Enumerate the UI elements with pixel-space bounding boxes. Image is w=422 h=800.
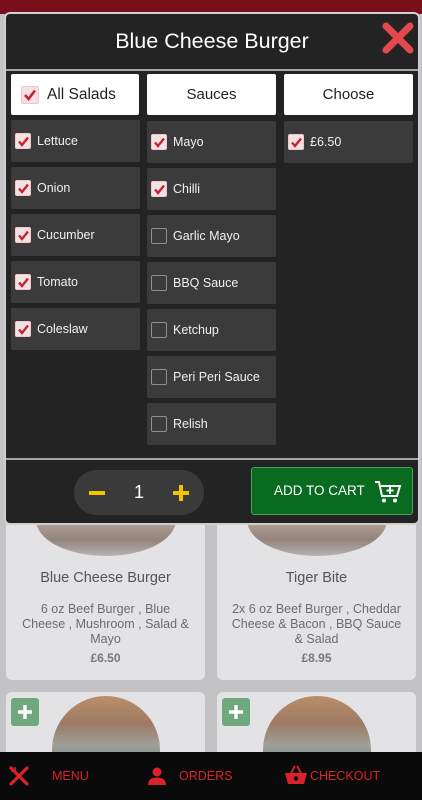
checkmark-icon (17, 136, 29, 147)
modal-header: Blue Cheese Burger (6, 14, 418, 71)
option-label: £6.50 (310, 135, 342, 149)
card-description: 2x 6 oz Beef Burger , Cheddar Cheese & B… (231, 602, 402, 646)
card-price: £6.50 (90, 651, 121, 665)
nav-menu[interactable]: MENU (6, 752, 89, 800)
checkbox-unchecked[interactable] (151, 416, 167, 432)
close-button[interactable] (380, 20, 416, 56)
option-item[interactable]: Onion (11, 167, 140, 209)
checkbox-checked[interactable] (15, 321, 31, 337)
checkbox-checked[interactable] (15, 180, 31, 196)
menu-card[interactable]: Blue Cheese Burger 6 oz Beef Burger , Bl… (6, 520, 205, 680)
sauces-header[interactable]: Sauces (147, 74, 276, 115)
option-label: Coleslaw (37, 322, 88, 336)
option-label: Tomato (37, 275, 78, 289)
add-to-cart-button[interactable]: ADD TO CART (251, 467, 413, 515)
option-label: Chilli (173, 182, 201, 196)
checkmark-icon (24, 89, 37, 101)
option-item[interactable]: Coleslaw (11, 308, 140, 350)
burger-image (247, 520, 387, 556)
option-item[interactable]: Cucumber (11, 214, 140, 256)
card-title: Blue Cheese Burger (40, 570, 171, 586)
option-label: BBQ Sauce (173, 276, 239, 290)
card-title: Tiger Bite (285, 570, 348, 586)
checkmark-icon (17, 324, 29, 335)
quantity-value: 1 (133, 482, 144, 502)
card-description: 6 oz Beef Burger , Blue Cheese , Mushroo… (22, 602, 189, 646)
cart-plus-icon (375, 481, 402, 503)
add-to-cart-label: ADD TO CART (274, 483, 365, 498)
option-item[interactable]: BBQ Sauce (147, 262, 276, 304)
plus-icon (18, 705, 32, 719)
option-item[interactable]: Ketchup (147, 309, 276, 351)
bottom-nav: MENU ORDERS CHECKOUT (0, 752, 422, 800)
header-label: All Salads (47, 85, 116, 103)
all-salads-toggle[interactable]: All Salads (11, 74, 139, 115)
minus-icon (89, 491, 105, 495)
checkbox-checked[interactable] (288, 134, 304, 150)
checkmark-icon (17, 230, 29, 241)
option-item[interactable]: Lettuce (11, 120, 140, 162)
nav-orders[interactable]: ORDERS (145, 752, 232, 800)
checkbox-checked[interactable] (15, 133, 31, 149)
option-item[interactable]: Chilli (147, 168, 276, 210)
modal-footer: 1 ADD TO CART (6, 458, 418, 523)
checkmark-icon (290, 137, 302, 148)
checkbox-checked[interactable] (15, 274, 31, 290)
nav-label: CHECKOUT (310, 769, 381, 783)
header-label: Sauces (186, 86, 237, 103)
checkmark-icon (17, 277, 29, 288)
decrease-quantity-button[interactable] (86, 482, 108, 504)
checkbox-unchecked[interactable] (151, 228, 167, 244)
card-price: £8.95 (301, 651, 332, 665)
header-label: Choose (322, 86, 375, 103)
option-label: Onion (37, 181, 71, 195)
burger-image (36, 520, 176, 556)
user-icon (148, 767, 166, 785)
menu-card[interactable]: Tiger Bite 2x 6 oz Beef Burger , Cheddar… (217, 520, 416, 680)
option-label: Cucumber (37, 228, 95, 242)
fork-knife-icon (9, 766, 29, 786)
option-item[interactable]: Mayo (147, 121, 276, 163)
checkmark-icon (17, 183, 29, 194)
option-item[interactable]: £6.50 (284, 121, 413, 163)
nav-label: ORDERS (179, 769, 233, 783)
checkmark-icon (153, 137, 165, 148)
checkbox-checked[interactable] (151, 181, 167, 197)
checkbox-checked[interactable] (151, 134, 167, 150)
option-item[interactable]: Relish (147, 403, 276, 445)
nav-label: MENU (52, 769, 89, 783)
quantity-stepper: 1 (74, 470, 204, 515)
option-label: Ketchup (173, 323, 219, 337)
option-label: Lettuce (37, 134, 79, 148)
option-item[interactable]: Tomato (11, 261, 140, 303)
checkbox-checked[interactable] (21, 85, 39, 104)
checkbox-checked[interactable] (15, 227, 31, 243)
modal-title: Blue Cheese Burger (115, 29, 309, 53)
choose-header[interactable]: Choose (284, 74, 413, 115)
option-label: Relish (173, 417, 208, 431)
checkbox-unchecked[interactable] (151, 322, 167, 338)
option-label: Garlic Mayo (173, 229, 240, 243)
add-item-button[interactable] (222, 698, 250, 726)
checkmark-icon (153, 184, 165, 195)
basket-icon (285, 765, 307, 784)
product-options-modal: Blue Cheese Burger All Salads Sauces Cho… (4, 12, 420, 525)
add-item-button[interactable] (11, 698, 39, 726)
checkbox-unchecked[interactable] (151, 275, 167, 291)
option-label: Peri Peri Sauce (173, 370, 260, 384)
nav-checkout[interactable]: CHECKOUT (284, 752, 380, 800)
option-item[interactable]: Peri Peri Sauce (147, 356, 276, 398)
plus-icon (173, 485, 189, 501)
close-x-icon (382, 22, 414, 54)
checkbox-unchecked[interactable] (151, 369, 167, 385)
plus-icon (229, 705, 243, 719)
option-item[interactable]: Garlic Mayo (147, 215, 276, 257)
option-label: Mayo (173, 135, 204, 149)
increase-quantity-button[interactable] (170, 482, 192, 504)
